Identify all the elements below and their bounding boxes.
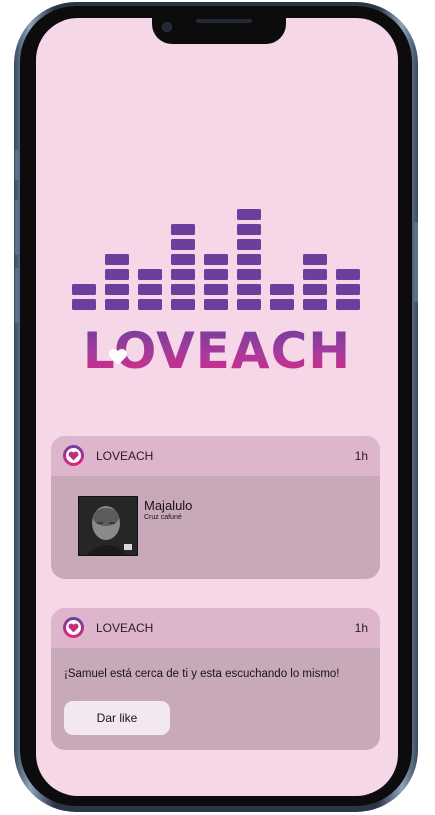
equalizer-bar-segment xyxy=(105,254,129,265)
power-button xyxy=(414,222,418,302)
equalizer-bar-segment xyxy=(303,284,327,295)
notification-song[interactable]: LOVEACH 1h Majalulo Cruz cafuné xyxy=(51,436,380,579)
equalizer-bar-segment xyxy=(303,269,327,280)
equalizer-bar-segment xyxy=(270,284,294,295)
notification-time: 1h xyxy=(354,449,368,463)
equalizer-bar-segment xyxy=(171,254,195,265)
album-cover-image xyxy=(78,496,138,556)
equalizer-bar-segment xyxy=(336,269,360,280)
notification-time: 1h xyxy=(354,621,368,635)
equalizer-bar-segment xyxy=(138,284,162,295)
notification-message: ¡Samuel está cerca de ti y esta escuchan… xyxy=(64,668,340,680)
equalizer-bar-segment xyxy=(171,299,195,310)
equalizer-bar-segment xyxy=(303,299,327,310)
equalizer-bar-segment xyxy=(237,209,261,220)
like-button[interactable]: Dar like xyxy=(64,701,170,735)
equalizer-bar-segment xyxy=(237,269,261,280)
equalizer-bar-segment xyxy=(105,284,129,295)
equalizer-bar-segment xyxy=(72,284,96,295)
equalizer-bar-segment xyxy=(270,299,294,310)
equalizer-logo-icon xyxy=(72,209,360,310)
volume-up-button xyxy=(15,200,19,255)
equalizer-bar-segment xyxy=(303,254,327,265)
app-icon xyxy=(63,445,84,466)
heart-icon xyxy=(109,349,127,365)
notification-nearby-user[interactable]: LOVEACH 1h ¡Samuel está cerca de ti y es… xyxy=(51,608,380,750)
notification-header: LOVEACH 1h xyxy=(51,436,380,476)
equalizer-bar-segment xyxy=(204,254,228,265)
equalizer-bar-segment xyxy=(204,299,228,310)
mute-switch xyxy=(15,150,19,180)
equalizer-bar-segment xyxy=(237,239,261,250)
equalizer-bar-segment xyxy=(171,284,195,295)
equalizer-bar-segment xyxy=(105,299,129,310)
equalizer-bar-segment xyxy=(138,269,162,280)
equalizer-bar-segment xyxy=(171,269,195,280)
app-icon xyxy=(63,617,84,638)
equalizer-bar-segment xyxy=(237,284,261,295)
equalizer-bar-segment xyxy=(138,299,162,310)
equalizer-bar-segment xyxy=(171,224,195,235)
notification-header: LOVEACH 1h xyxy=(51,608,380,648)
equalizer-bar-segment xyxy=(171,239,195,250)
equalizer-bar-segment xyxy=(204,284,228,295)
equalizer-bar-segment xyxy=(336,284,360,295)
app-name: LOVEACH xyxy=(96,449,154,463)
app-name: LOVEACH xyxy=(96,621,154,635)
song-artist: Cruz cafuné xyxy=(144,514,182,521)
equalizer-bar-segment xyxy=(204,269,228,280)
volume-down-button xyxy=(15,268,19,323)
equalizer-bar-segment xyxy=(336,299,360,310)
equalizer-bar-segment xyxy=(237,299,261,310)
phone-screen: LOVEACH LOVEACH 1h Majalulo Cruz cafuné … xyxy=(36,18,398,796)
equalizer-bar-segment xyxy=(72,299,96,310)
equalizer-bar-segment xyxy=(237,224,261,235)
equalizer-bar-segment xyxy=(237,254,261,265)
equalizer-bar-segment xyxy=(105,269,129,280)
song-title: Majalulo xyxy=(144,498,193,513)
